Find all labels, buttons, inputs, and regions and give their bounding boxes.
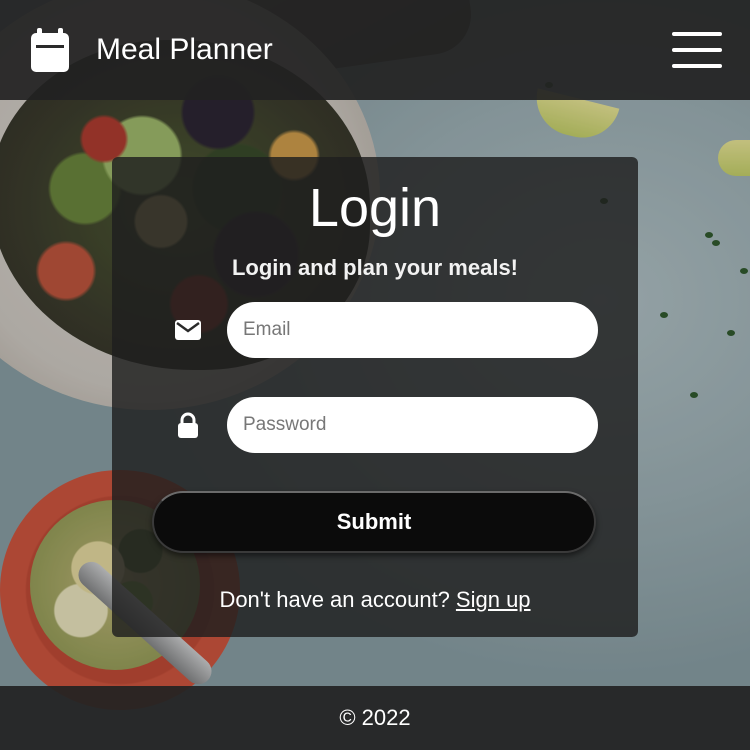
login-card: Login Login and plan your meals! Submit … [112,157,638,637]
calendar-icon [31,28,69,72]
submit-button[interactable]: Submit [152,491,596,553]
app-footer: © 2022 [0,686,750,750]
password-row [174,397,600,453]
app-header: Meal Planner [0,0,750,100]
login-subtitle: Login and plan your meals! [231,255,519,280]
copyright-text: © 2022 [339,705,411,730]
email-field[interactable] [227,302,598,358]
hamburger-menu-icon[interactable] [672,32,722,68]
lock-icon [174,412,202,438]
password-field[interactable] [227,397,598,453]
app-title: Meal Planner [96,33,273,66]
login-title: Login [308,178,442,238]
signup-prompt-text: Don't have an account? [219,587,450,612]
signup-link[interactable]: Sign up [456,587,531,612]
email-row [174,302,600,358]
signup-prompt-line: Don't have an account? Sign up [112,587,638,613]
envelope-icon [174,320,202,340]
brand[interactable]: Meal Planner [30,28,273,72]
